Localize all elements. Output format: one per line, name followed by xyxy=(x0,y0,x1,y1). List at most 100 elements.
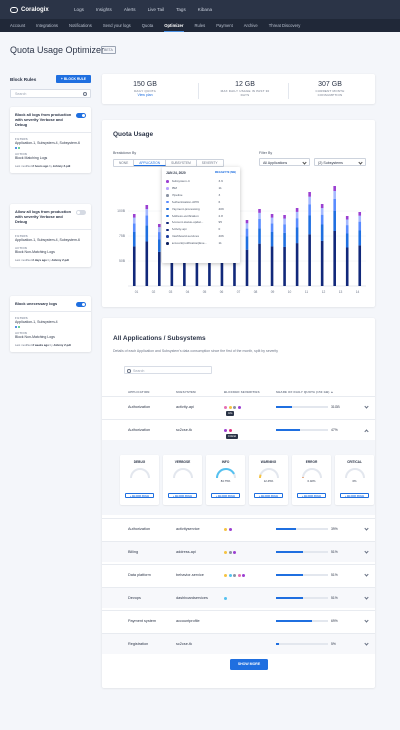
block-rules-search-input[interactable]: Search xyxy=(10,89,91,98)
add-block-rule-button[interactable]: + BLOCK RULE xyxy=(125,493,154,498)
breakdown-none[interactable]: NONE xyxy=(114,160,135,166)
nav-kibana[interactable]: Kibana xyxy=(198,7,212,12)
table-row[interactable]: Authorization activityservice 39% xyxy=(102,518,375,539)
chevron-down-icon[interactable] xyxy=(364,595,369,600)
subnav-integrations[interactable]: Integrations xyxy=(36,19,58,32)
show-more-button[interactable]: SHOW MORE xyxy=(230,659,268,670)
table-row[interactable]: Devops dashboardservices 51% xyxy=(102,587,375,608)
subnav-quota[interactable]: Quota xyxy=(142,19,153,32)
add-block-rule-button[interactable]: + BLOCK RULE xyxy=(297,493,326,498)
severity-dot[interactable] xyxy=(228,405,232,409)
add-block-rule-button[interactable]: + BLOCK RULE xyxy=(340,493,369,498)
subnav-optimizer[interactable]: Optimizer xyxy=(164,19,184,32)
table-row[interactable]: Authorization sc2cse-tk 47% Critical xyxy=(102,419,375,440)
table-row[interactable]: Registration sc2cse-tk 5% xyxy=(102,633,375,654)
table-row[interactable]: Data platform behavior-service 51% xyxy=(102,564,375,585)
block-rule-toggle[interactable] xyxy=(76,302,86,307)
chart-bar[interactable] xyxy=(245,220,249,286)
nav-live-tail[interactable]: Live Tail xyxy=(148,7,165,12)
severity-dot[interactable] xyxy=(224,405,227,409)
chevron-down-icon[interactable] xyxy=(364,618,369,623)
chart-bar[interactable] xyxy=(158,224,161,286)
chart-bar[interactable] xyxy=(358,212,362,286)
view-plan-link[interactable]: View plan xyxy=(105,93,185,97)
severity-dot[interactable] xyxy=(228,527,232,531)
subnav-notifications[interactable]: Notifications xyxy=(69,19,92,32)
severity-dot[interactable] xyxy=(228,573,232,577)
application-filter-select[interactable]: All Applications xyxy=(259,158,310,166)
severity-dot[interactable] xyxy=(233,405,236,409)
nav-logs[interactable]: Logs xyxy=(74,7,84,12)
col-share-of-quota[interactable]: SHARE OF DAILY QUOTA (150 GB) ▲ xyxy=(276,390,334,394)
add-block-rule-button[interactable]: + BLOCK RULE xyxy=(211,493,240,498)
series-swatch xyxy=(166,200,169,204)
subnav-archive[interactable]: Archive xyxy=(244,19,258,32)
breakdown-application[interactable]: APPLICATION xyxy=(134,160,167,166)
subnav-rules[interactable]: Rules xyxy=(195,19,206,32)
table-row[interactable]: Payment system accountprofile 69% xyxy=(102,610,375,631)
breakdown-subsystem[interactable]: SUBSYSTEM xyxy=(166,160,197,166)
chart-bar[interactable] xyxy=(295,208,299,286)
severity-dot[interactable] xyxy=(233,573,236,577)
applications-search-input[interactable]: Search xyxy=(124,366,212,374)
chart-bar[interactable] xyxy=(270,214,274,286)
block-rule-card[interactable]: Block unecessary logs FILTERS Application-… xyxy=(10,296,91,353)
table-row[interactable]: Authorization activity-api 31GB Info xyxy=(102,396,375,417)
severity-dot[interactable] xyxy=(224,527,227,531)
quota-share-bar xyxy=(276,643,328,645)
add-block-rule-button[interactable]: + BLOCK RULE xyxy=(56,75,91,83)
bar-segment xyxy=(258,243,261,286)
severity-dot[interactable] xyxy=(242,573,245,577)
block-rule-toggle[interactable] xyxy=(76,210,86,215)
chart-bar[interactable] xyxy=(308,192,311,286)
col-subsystem[interactable]: SUBSYSTEM xyxy=(176,390,196,394)
chart-bar[interactable] xyxy=(145,205,149,286)
chart-bar[interactable] xyxy=(258,209,261,286)
bar-segment xyxy=(270,246,274,286)
chart-bar[interactable] xyxy=(132,214,136,286)
chevron-down-icon[interactable] xyxy=(364,549,369,554)
tooltip-row: Address-verification 2.8 xyxy=(166,213,236,220)
severity-dot[interactable] xyxy=(224,428,227,432)
table-row[interactable]: Billing address-api 51% xyxy=(102,541,375,562)
chart-bar[interactable] xyxy=(333,186,336,286)
rule-action: Block Matching Logs xyxy=(15,155,48,160)
nav-insights[interactable]: Insights xyxy=(96,7,112,12)
app-name: Billing xyxy=(128,550,139,554)
subsystem-filter-select[interactable]: (2) Subsystems xyxy=(314,158,366,166)
chevron-down-icon[interactable] xyxy=(364,404,369,409)
severity-dot[interactable] xyxy=(233,550,236,554)
block-rule-toggle[interactable] xyxy=(76,113,86,118)
bar-segment xyxy=(270,214,274,218)
tooltip-row: Account-status-updat... 95 xyxy=(166,219,236,226)
severity-dot[interactable] xyxy=(224,550,227,554)
col-blocked-severities[interactable]: BLOCKED SEVERITIES xyxy=(224,390,260,394)
severity-dot[interactable] xyxy=(228,428,232,432)
breakdown-severity[interactable]: SEVERITY xyxy=(197,160,223,166)
nav-alerts[interactable]: Alerts xyxy=(124,7,136,12)
chevron-down-icon[interactable] xyxy=(364,572,369,577)
chevron-down-icon[interactable] xyxy=(364,526,369,531)
subnav-threat-discovery[interactable]: Threat Discovery xyxy=(269,19,301,32)
severity-dot[interactable] xyxy=(228,550,232,554)
subnav-send-your-logs[interactable]: Send your logs xyxy=(103,19,131,32)
brand-logo[interactable]: Coralogix xyxy=(10,6,62,13)
col-application[interactable]: APPLICATION xyxy=(128,390,150,394)
severity-dot[interactable] xyxy=(224,573,227,577)
chevron-up-icon[interactable] xyxy=(364,429,369,434)
chart-bar[interactable] xyxy=(283,215,286,286)
severity-dot[interactable] xyxy=(237,405,241,409)
severity-dot[interactable] xyxy=(237,573,241,577)
tooltip-row: Payment-processing 409 xyxy=(166,206,236,213)
block-rule-card[interactable]: Block all logs from production with seve… xyxy=(10,107,91,174)
subnav-account[interactable]: Account xyxy=(10,19,25,32)
add-block-rule-button[interactable]: + BLOCK RULE xyxy=(254,493,283,498)
chart-bar[interactable] xyxy=(345,216,349,286)
chevron-down-icon[interactable] xyxy=(364,641,369,646)
add-block-rule-button[interactable]: + BLOCK RULE xyxy=(168,493,197,498)
subnav-payment[interactable]: Payment xyxy=(216,19,233,32)
severity-dot[interactable] xyxy=(224,596,227,600)
block-rule-card[interactable]: Allow all logs from production with seve… xyxy=(10,204,91,268)
nav-tags[interactable]: Tags xyxy=(176,7,186,12)
chart-bar[interactable] xyxy=(320,204,324,286)
